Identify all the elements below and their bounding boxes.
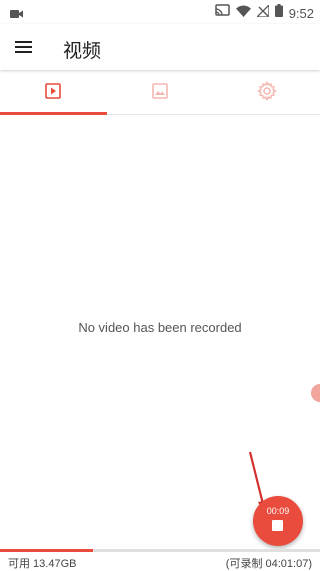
cast-icon: [214, 4, 230, 22]
play-icon: [44, 82, 62, 105]
image-icon: [151, 82, 169, 105]
tab-settings[interactable]: [213, 72, 320, 114]
battery-icon: [274, 4, 283, 22]
empty-state-message: No video has been recorded: [78, 320, 242, 335]
page-title: 视频: [63, 41, 102, 62]
menu-icon[interactable]: [14, 37, 34, 57]
tab-video[interactable]: [0, 72, 107, 115]
recording-timer: 00:09: [266, 506, 290, 516]
tab-bar: [0, 72, 320, 115]
storage-progress-fill: [0, 549, 93, 552]
floating-side-handle[interactable]: [311, 384, 320, 402]
wifi-icon: [235, 4, 251, 22]
video-camera-icon: [10, 6, 23, 24]
gear-icon: [256, 80, 277, 106]
status-bar: 9:52: [0, 0, 320, 24]
app-toolbar: 视频: [0, 24, 320, 70]
tab-image[interactable]: [107, 72, 214, 114]
status-time: 9:52: [288, 5, 314, 21]
signal-off-icon: [255, 3, 270, 22]
stop-recording-button[interactable]: 00:09: [253, 496, 303, 546]
storage-progress-bar: [0, 549, 320, 552]
stop-icon: [272, 520, 283, 531]
